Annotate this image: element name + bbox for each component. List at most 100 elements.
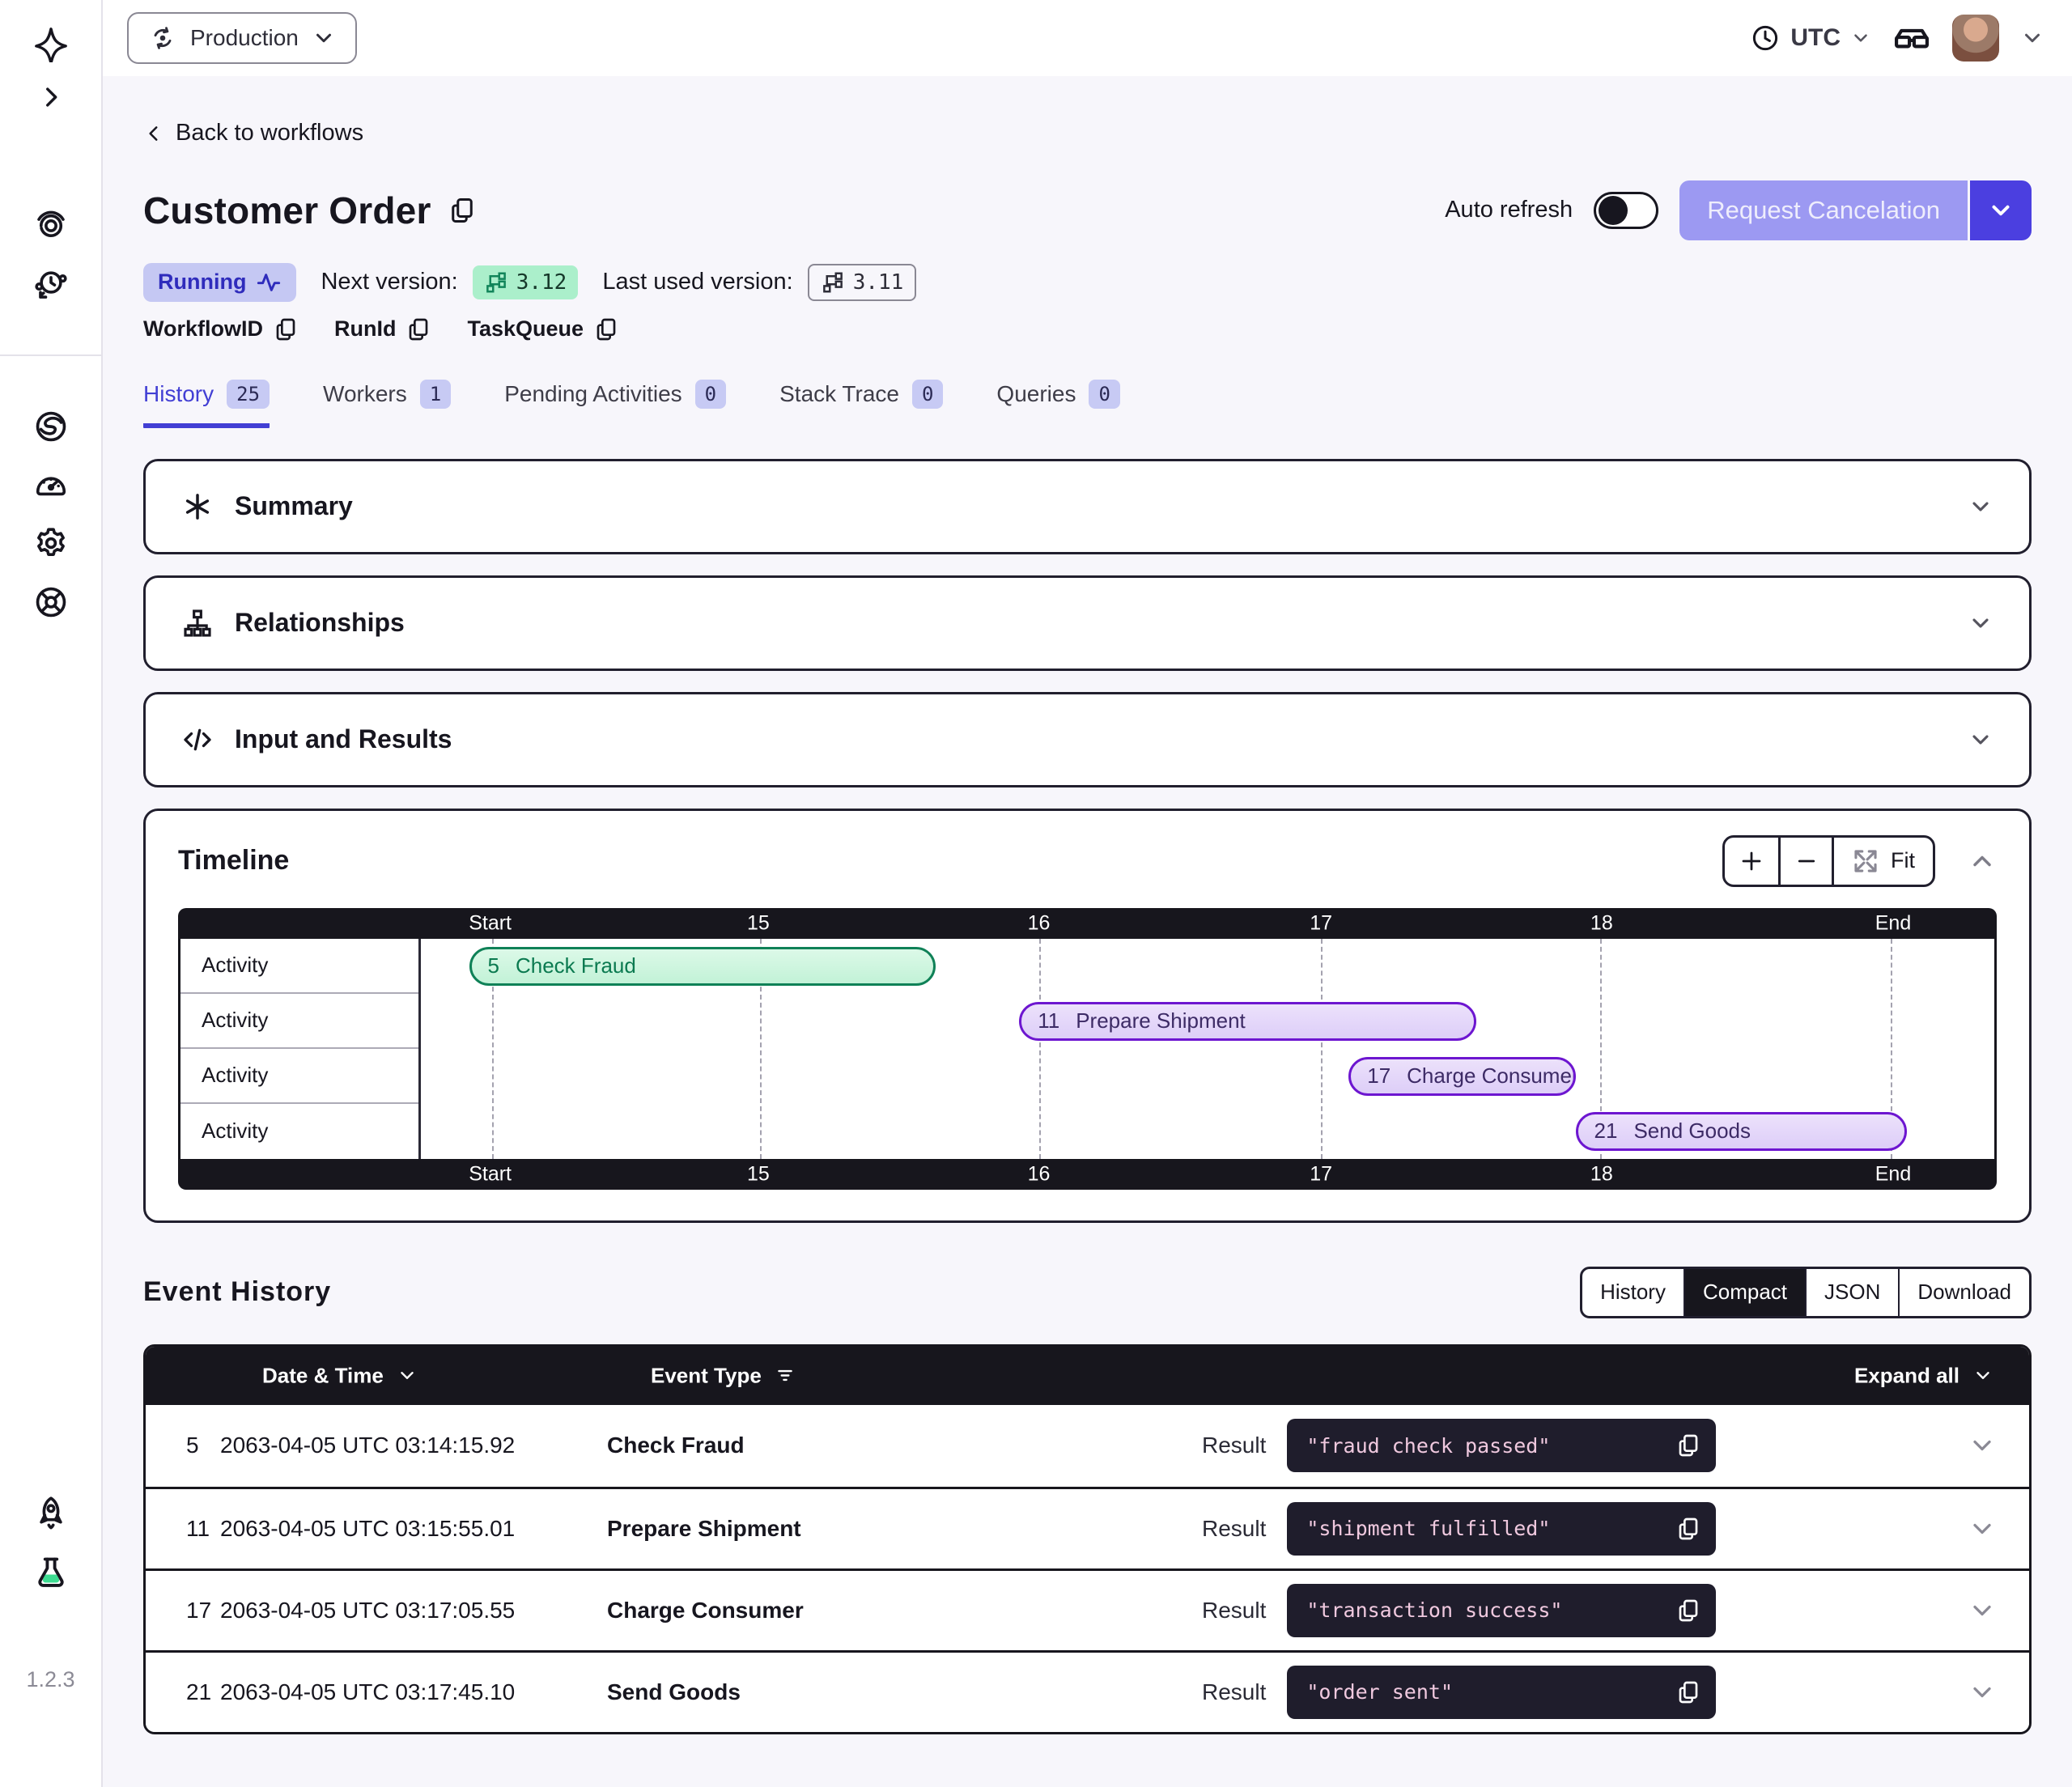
labs-star-icon[interactable] xyxy=(32,25,70,62)
copy-icon[interactable] xyxy=(593,316,619,342)
glasses-icon[interactable] xyxy=(1892,22,1931,54)
expand-all-button[interactable]: Expand all xyxy=(1854,1363,1993,1388)
id-chip-runid[interactable]: RunId xyxy=(334,316,431,342)
event-row[interactable]: 212063-04-05 UTC 03:17:45.10Send GoodsRe… xyxy=(146,1650,2029,1732)
support-lifebuoy-icon[interactable] xyxy=(32,584,70,621)
id-chip-workflowid[interactable]: WorkflowID xyxy=(143,316,299,342)
back-to-workflows-link[interactable]: Back to workflows xyxy=(143,120,363,146)
event-id: 17 xyxy=(146,1598,220,1624)
usage-gauge-icon[interactable] xyxy=(32,465,70,502)
copy-icon[interactable] xyxy=(273,316,299,342)
relationships-section[interactable]: Relationships xyxy=(143,575,2032,671)
chevron-down-icon[interactable] xyxy=(1968,727,1993,753)
sitemap-icon xyxy=(181,607,214,639)
copy-icon[interactable] xyxy=(405,316,431,342)
flask-icon[interactable] xyxy=(32,1554,70,1591)
input-results-section[interactable]: Input and Results xyxy=(143,692,2032,787)
timeline-axis-top: Start15161718End xyxy=(178,908,1997,939)
chevron-down-icon[interactable] xyxy=(1968,1514,1997,1543)
auto-refresh-toggle[interactable] xyxy=(1594,192,1658,229)
event-rows: 52063-04-05 UTC 03:14:15.92Check FraudRe… xyxy=(146,1405,2029,1732)
namespace-s-icon[interactable] xyxy=(32,408,70,445)
chevron-down-icon xyxy=(1972,1365,1993,1386)
summary-section[interactable]: Summary xyxy=(143,459,2032,554)
fit-button[interactable]: Fit xyxy=(1832,838,1933,885)
event-history-table: Date & Time Event Type Expand all 52063-… xyxy=(143,1344,2032,1734)
copy-icon[interactable] xyxy=(1675,1598,1701,1624)
zoom-in-button[interactable] xyxy=(1725,838,1778,885)
zoom-out-button[interactable] xyxy=(1778,838,1832,885)
timeline-bar-check-fraud[interactable]: 5Check Fraud xyxy=(469,947,936,986)
id-chip-label: TaskQueue xyxy=(467,316,584,342)
axis-tick-end: End xyxy=(1875,911,1911,935)
column-date-time[interactable]: Date & Time xyxy=(262,1363,418,1388)
copy-icon[interactable] xyxy=(448,196,477,225)
cancelation-menu-button[interactable] xyxy=(1970,180,2032,240)
request-cancelation-label[interactable]: Request Cancelation xyxy=(1679,180,1968,240)
id-chip-taskqueue[interactable]: TaskQueue xyxy=(467,316,619,342)
bar-event-id: 5 xyxy=(488,953,499,978)
copy-icon[interactable] xyxy=(1675,1433,1701,1458)
chevron-down-icon xyxy=(1987,197,2015,224)
event-row[interactable]: 172063-04-05 UTC 03:17:05.55Charge Consu… xyxy=(146,1568,2029,1650)
tab-pending-activities[interactable]: Pending Activities0 xyxy=(504,380,726,428)
chevron-down-icon[interactable] xyxy=(1968,494,1993,520)
topbar: Production UTC xyxy=(103,0,2072,76)
column-event-type[interactable]: Event Type xyxy=(651,1363,796,1388)
last-version-label: Last used version: xyxy=(602,269,792,295)
next-version-badge: 3.12 xyxy=(473,265,579,299)
request-cancelation-button[interactable]: Request Cancelation xyxy=(1679,180,2032,240)
tab-label: Stack Trace xyxy=(779,381,899,407)
view-compact-button[interactable]: Compact xyxy=(1684,1269,1805,1316)
tab-count-badge: 0 xyxy=(1089,380,1119,409)
expand-rail-chevron-icon[interactable] xyxy=(37,83,65,111)
chevron-down-icon[interactable] xyxy=(1968,1678,1997,1707)
last-version-value: 3.11 xyxy=(853,270,904,295)
bar-event-id: 21 xyxy=(1594,1118,1618,1144)
timeline-bar-send-goods[interactable]: 21Send Goods xyxy=(1576,1112,1907,1151)
chevron-up-icon[interactable] xyxy=(1968,847,1997,876)
environment-cycle-icon xyxy=(148,23,177,53)
result-value-chip[interactable]: "order sent" xyxy=(1287,1666,1716,1719)
timeline-panel: Timeline xyxy=(143,809,2032,1223)
view-json-button[interactable]: JSON xyxy=(1805,1269,1898,1316)
tab-stack-trace[interactable]: Stack Trace0 xyxy=(779,380,943,428)
copy-icon[interactable] xyxy=(1675,1516,1701,1542)
workflows-spiral-icon[interactable] xyxy=(32,206,70,244)
view-history-button[interactable]: History xyxy=(1582,1269,1684,1316)
timeline-plot: 5Check Fraud 11Prepare Shipment 17Charge C… xyxy=(421,939,1975,1159)
result-value-chip[interactable]: "fraud check passed" xyxy=(1287,1419,1716,1472)
timeline-bar-charge-consumer[interactable]: 17Charge Consumer xyxy=(1348,1057,1575,1096)
auto-refresh-label: Auto refresh xyxy=(1445,197,1573,223)
tab-workers[interactable]: Workers1 xyxy=(323,380,451,428)
chevron-down-icon[interactable] xyxy=(1968,610,1993,636)
result-label: Result xyxy=(1202,1679,1266,1705)
status-badge: Running xyxy=(143,263,296,302)
event-id: 21 xyxy=(146,1679,220,1705)
result-value-chip[interactable]: "shipment fulfilled" xyxy=(1287,1502,1716,1556)
environment-selector[interactable]: Production xyxy=(127,12,357,64)
tab-history[interactable]: History25 xyxy=(143,380,270,428)
copy-icon[interactable] xyxy=(1675,1679,1701,1705)
chevron-down-icon[interactable] xyxy=(1968,1431,1997,1460)
date-time-label: Date & Time xyxy=(262,1363,384,1388)
event-row[interactable]: 52063-04-05 UTC 03:14:15.92Check FraudRe… xyxy=(146,1405,2029,1487)
tab-queries[interactable]: Queries0 xyxy=(996,380,1120,428)
chevron-down-icon[interactable] xyxy=(2020,26,2044,50)
rocket-icon[interactable] xyxy=(32,1495,70,1532)
result-value-chip[interactable]: "transaction success" xyxy=(1287,1584,1716,1637)
schedules-clock-icon[interactable] xyxy=(32,265,70,303)
timezone-label: UTC xyxy=(1790,24,1841,52)
bar-event-id: 11 xyxy=(1038,1008,1059,1034)
timeline-bar-prepare-shipment[interactable]: 11Prepare Shipment xyxy=(1019,1002,1475,1041)
event-row[interactable]: 112063-04-05 UTC 03:15:55.01Prepare Ship… xyxy=(146,1487,2029,1568)
id-chips: WorkflowID RunId TaskQueue xyxy=(143,316,2032,342)
avatar[interactable] xyxy=(1952,15,1999,62)
view-download-button[interactable]: Download xyxy=(1898,1269,2029,1316)
next-version-label: Next version: xyxy=(321,269,457,295)
chevron-down-icon[interactable] xyxy=(1968,1596,1997,1625)
axis-tick-17: 17 xyxy=(1310,911,1332,935)
timezone-selector[interactable]: UTC xyxy=(1750,23,1871,53)
settings-gear-icon[interactable] xyxy=(32,524,70,562)
code-icon xyxy=(181,724,214,756)
